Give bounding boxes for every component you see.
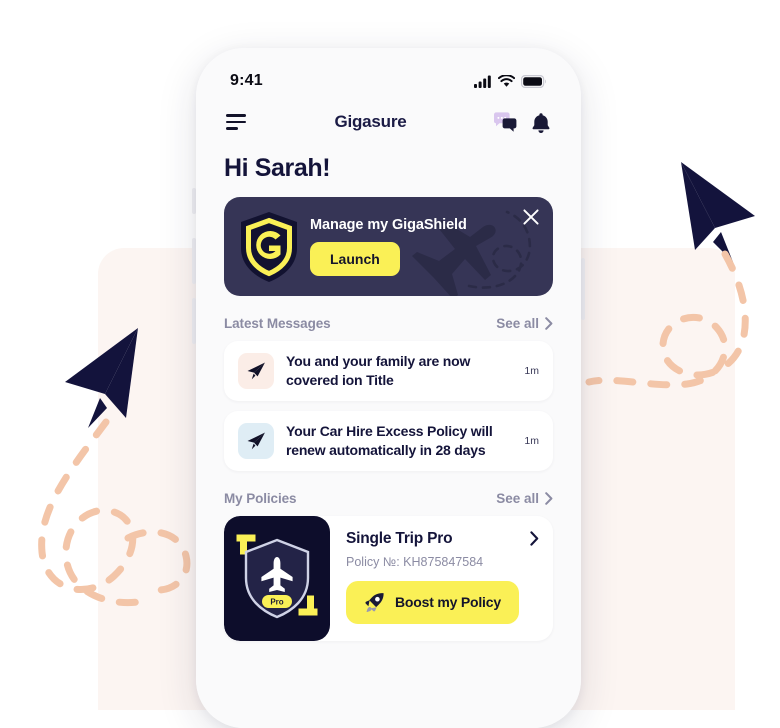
boost-policy-label: Boost my Policy xyxy=(395,594,501,611)
messages-see-all-label: See all xyxy=(496,316,539,331)
message-time: 1m xyxy=(524,364,539,377)
message-text: Your Car Hire Excess Policy will renew a… xyxy=(286,422,493,458)
messages-see-all-link[interactable]: See all xyxy=(496,316,553,331)
message-text: You and your family are now covered ion … xyxy=(286,353,471,388)
app-content: Hi Sarah! Manage my GigaShield Launch La… xyxy=(196,154,581,641)
phone-button-power xyxy=(581,258,585,320)
boost-policy-button[interactable]: Boost my Policy xyxy=(346,580,519,624)
chat-messages-icon[interactable] xyxy=(493,111,517,133)
rocket-icon xyxy=(365,592,384,612)
paper-plane-icon xyxy=(238,352,274,389)
brand-logo: Gigasure xyxy=(334,112,407,131)
chevron-right-icon[interactable] xyxy=(530,531,539,546)
policies-see-all-link[interactable]: See all xyxy=(496,491,553,506)
gigashield-logo-icon xyxy=(241,211,297,282)
app-bar-actions xyxy=(493,111,551,133)
message-time: 1m xyxy=(524,434,539,447)
message-card[interactable]: Your Car Hire Excess Policy will renew a… xyxy=(224,410,553,471)
policies-section-header: My Policies See all xyxy=(224,491,553,506)
promo-body: Manage my GigaShield Launch xyxy=(310,217,467,276)
notification-bell-icon[interactable] xyxy=(531,112,551,133)
hamburger-menu-icon[interactable] xyxy=(226,114,248,130)
phone-mockup: 9:41 Gigasure Hi Sarah! Manage my GigaSh… xyxy=(196,48,581,728)
chevron-right-icon xyxy=(545,317,553,330)
launch-button[interactable]: Launch xyxy=(310,242,400,276)
status-time: 9:41 xyxy=(230,72,263,89)
policies-see-all-label: See all xyxy=(496,490,539,506)
paper-plane-icon xyxy=(238,422,274,459)
shield-airplane-pro-icon: Pro xyxy=(236,534,318,618)
policies-section-title: My Policies xyxy=(224,490,297,506)
gigashield-promo-banner[interactable]: Manage my GigaShield Launch xyxy=(224,197,553,296)
policy-number: Policy №: KH875847584 xyxy=(346,554,484,569)
chevron-right-icon xyxy=(545,491,553,505)
message-card[interactable]: You and your family are now covered ion … xyxy=(224,341,553,401)
phone-screen: 9:41 Gigasure Hi Sarah! Manage my GigaSh… xyxy=(196,48,581,728)
policy-info: Single Trip Pro Policy №: KH875847584 Bo… xyxy=(330,516,553,641)
battery-icon xyxy=(521,74,547,88)
messages-section-title: Latest Messages xyxy=(224,316,331,331)
policy-card[interactable]: Pro Single Trip Pro Policy №: KH87584758… xyxy=(224,515,553,641)
close-icon[interactable] xyxy=(523,209,539,225)
promo-title: Manage my GigaShield xyxy=(310,217,467,233)
stage: 9:41 Gigasure Hi Sarah! Manage my GigaSh… xyxy=(0,0,780,728)
policy-name: Single Trip Pro xyxy=(346,529,453,547)
policy-title-row: Single Trip Pro xyxy=(346,530,539,548)
app-bar: Gigasure xyxy=(196,100,581,144)
messages-section-header: Latest Messages See all xyxy=(224,316,553,331)
wifi-icon xyxy=(498,74,515,87)
status-bar: 9:41 xyxy=(196,48,581,100)
policy-thumbnail: Pro xyxy=(224,515,330,641)
status-icons xyxy=(474,74,547,88)
greeting-title: Hi Sarah! xyxy=(224,154,331,182)
svg-text:Pro: Pro xyxy=(270,597,283,606)
cellular-signal-icon xyxy=(474,75,491,88)
